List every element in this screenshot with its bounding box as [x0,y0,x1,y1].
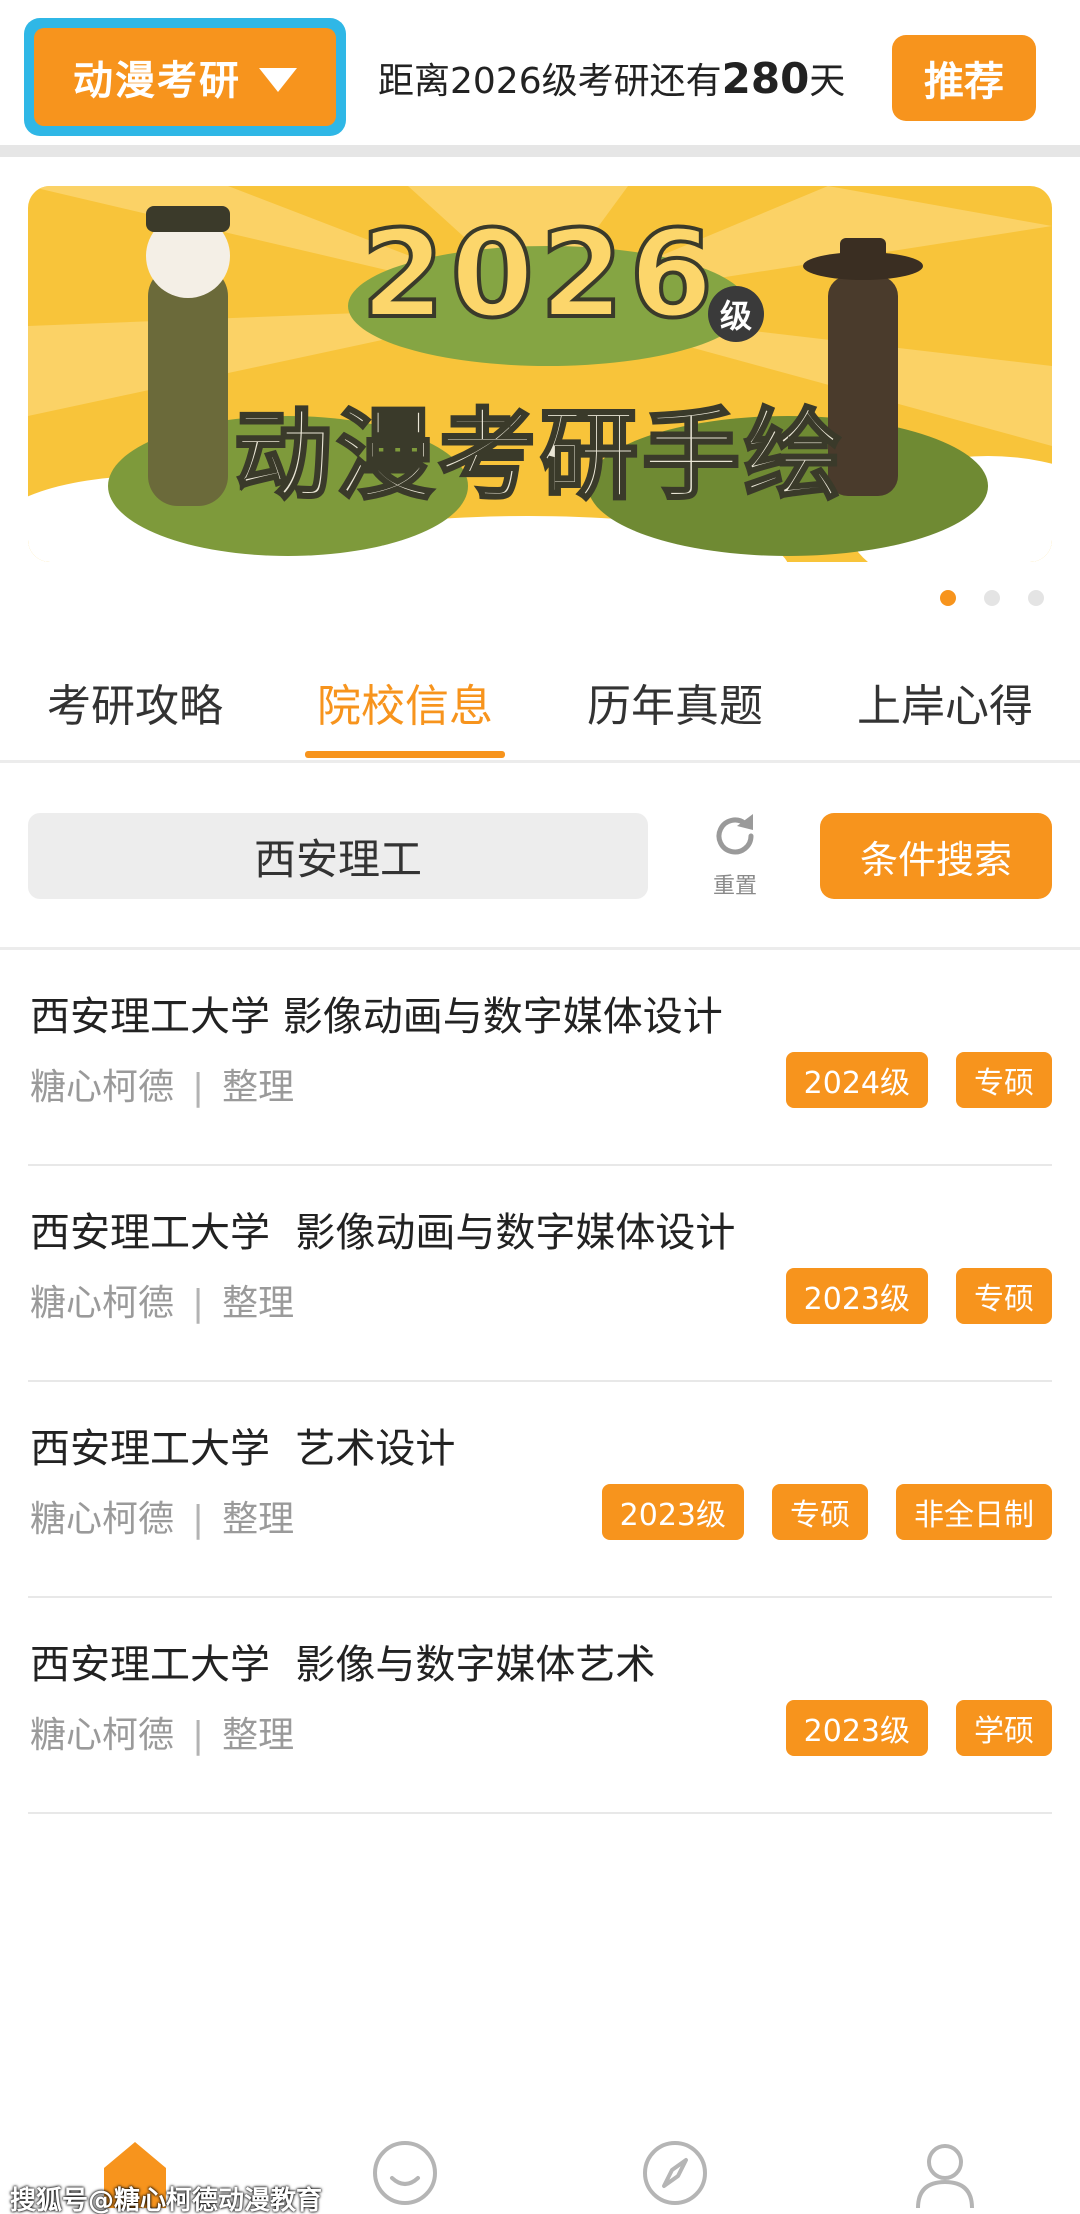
carousel-dot[interactable] [940,590,956,606]
tab-experience[interactable]: 上岸心得 [810,650,1080,760]
refresh-icon [716,814,754,855]
nav-discover[interactable] [540,2120,810,2214]
countdown-prefix: 距离2026级考研还有 [378,61,722,102]
nav-profile[interactable] [810,2120,1080,2214]
countdown-days: 280 [721,54,810,103]
study-mode-tag: 非全日制 [896,1484,1052,1540]
tabs-divider [0,760,1080,763]
chevron-down-icon [259,68,297,92]
list-item[interactable]: 西安理工大学 影像与数字媒体艺术 糖心柯德 | 整理 2023级 学硕 [28,1598,1052,1814]
item-meta: 糖心柯德 | 整理 [30,1490,294,1542]
item-meta: 糖心柯德 | 整理 [30,1058,294,1110]
top-header: 动漫考研 距离2026级考研还有280天 推荐 [0,0,1080,145]
exam-countdown: 距离2026级考研还有280天 [378,52,845,104]
item-title: 西安理工大学 影像与数字媒体艺术 [30,1642,656,1688]
item-title: 西安理工大学 影像动画与数字媒体设计 [30,1210,736,1256]
user-icon [916,2144,974,2208]
item-role: 整理 [222,1067,295,1108]
year-tag: 2023级 [785,1268,928,1324]
category-label: 动漫考研 [73,58,241,104]
item-author: 糖心柯德 [30,1715,175,1756]
item-author: 糖心柯德 [30,1067,175,1108]
watermark-text: 搜狐号@糖心柯德动漫教育 [10,2186,323,2214]
item-tags: 2023级 学硕 [785,1700,1052,1756]
promo-banner[interactable]: 2026 级 动漫考研手绘 [28,186,1052,562]
smile-icon [373,2141,437,2205]
item-tags: 2024级 专硕 [785,1052,1052,1108]
category-selector-inner: 动漫考研 [34,28,336,126]
item-separator: | [192,1499,205,1540]
compass-icon [643,2141,707,2205]
countdown-suffix: 天 [809,61,846,102]
degree-tag: 专硕 [956,1268,1052,1324]
search-input[interactable]: 西安理工 [28,813,648,899]
item-role: 整理 [222,1283,295,1324]
banner-grade-badge: 级 [708,286,764,342]
list-item[interactable]: 西安理工大学 艺术设计 糖心柯德 | 整理 2023级 专硕 非全日制 [28,1382,1052,1598]
header-divider [0,145,1080,157]
item-separator: | [192,1067,205,1108]
reset-label: 重置 [712,874,757,899]
banner-title: 动漫考研手绘 [232,398,846,515]
item-separator: | [192,1715,205,1756]
item-meta: 糖心柯德 | 整理 [30,1706,294,1758]
recommend-button[interactable]: 推荐 [892,35,1036,121]
reset-button[interactable]: 重置 [700,808,770,900]
item-author: 糖心柯德 [30,1283,175,1324]
year-tag: 2023级 [601,1484,744,1540]
item-role: 整理 [222,1499,295,1540]
item-meta: 糖心柯德 | 整理 [30,1274,294,1326]
tab-past-papers[interactable]: 历年真题 [540,650,810,760]
item-title: 西安理工大学 艺术设计 [30,1426,456,1472]
year-tag: 2023级 [785,1700,928,1756]
item-tags: 2023级 专硕 [785,1268,1052,1324]
degree-tag: 专硕 [956,1052,1052,1108]
year-tag: 2024级 [785,1052,928,1108]
results-list: 西安理工大学 影像动画与数字媒体设计 糖心柯德 | 整理 2024级 专硕 西安理工… [28,950,1052,1814]
banner-year: 2026 [359,204,719,347]
section-tabs: 考研攻略 院校信息 历年真题 上岸心得 [0,650,1080,760]
list-item[interactable]: 西安理工大学 影像动画与数字媒体设计 糖心柯德 | 整理 2024级 专硕 [28,950,1052,1166]
item-role: 整理 [222,1715,295,1756]
degree-tag: 学硕 [956,1700,1052,1756]
tab-strategy[interactable]: 考研攻略 [0,650,270,760]
item-author: 糖心柯德 [30,1499,175,1540]
condition-search-button[interactable]: 条件搜索 [820,813,1052,899]
carousel-dot[interactable] [984,590,1000,606]
item-separator: | [192,1283,205,1324]
category-selector-button[interactable]: 动漫考研 [24,18,346,136]
carousel-indicator [940,590,1044,606]
tab-school-info[interactable]: 院校信息 [270,650,540,760]
carousel-dot[interactable] [1028,590,1044,606]
degree-tag: 专硕 [772,1484,868,1540]
list-item[interactable]: 西安理工大学 影像动画与数字媒体设计 糖心柯德 | 整理 2023级 专硕 [28,1166,1052,1382]
item-tags: 2023级 专硕 非全日制 [601,1484,1052,1540]
item-title: 西安理工大学 影像动画与数字媒体设计 [30,994,723,1040]
